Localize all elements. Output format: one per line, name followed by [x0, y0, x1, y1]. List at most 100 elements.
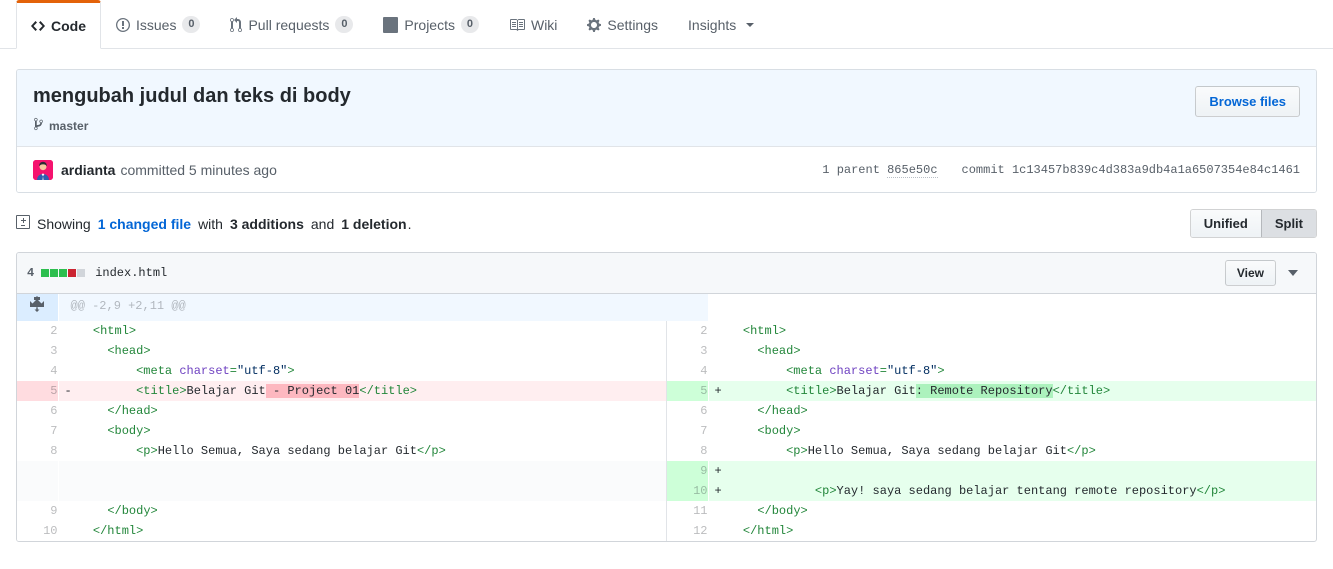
code-line[interactable]: <body>	[58, 421, 666, 441]
code-line[interactable]: +	[708, 461, 1316, 481]
line-number[interactable]: 10	[17, 521, 58, 541]
diff-marker: +	[709, 481, 729, 501]
code-token	[729, 344, 758, 358]
code-line[interactable]: </html>	[708, 521, 1316, 541]
code-token: </p>	[417, 444, 446, 458]
diff-file-icon	[16, 214, 30, 233]
line-number[interactable]: 4	[667, 361, 708, 381]
line-number[interactable]: 5	[667, 381, 708, 401]
line-number[interactable]: 2	[17, 321, 58, 341]
code-token	[729, 384, 787, 398]
browse-files-button[interactable]: Browse files	[1195, 86, 1300, 117]
changed-file-link[interactable]: 1 changed file	[98, 216, 191, 232]
parent-sha[interactable]: 865e50c	[887, 163, 937, 178]
chevron-down-icon[interactable]	[746, 23, 754, 27]
line-number[interactable]: 10	[667, 481, 708, 501]
branch-row: master	[33, 117, 1195, 134]
view-button[interactable]: View	[1225, 260, 1276, 286]
code-token	[729, 484, 815, 498]
diff-row: 9+	[17, 461, 1316, 481]
code-line[interactable]: </html>	[58, 521, 666, 541]
chevron-down-icon[interactable]	[1288, 270, 1298, 276]
unfold-icon[interactable]	[30, 296, 44, 312]
code-token: <meta	[136, 364, 179, 378]
line-number[interactable]: 7	[17, 421, 58, 441]
nav-item-settings[interactable]: Settings	[572, 0, 673, 48]
code-token: <title>	[786, 384, 836, 398]
line-number[interactable]: 7	[667, 421, 708, 441]
line-number[interactable]: 9	[17, 501, 58, 521]
code-line[interactable]	[58, 481, 666, 501]
code-token	[79, 344, 108, 358]
code-token: <p>	[786, 444, 808, 458]
line-number[interactable]: 12	[667, 521, 708, 541]
diffstat-block-del	[68, 269, 76, 277]
code-line[interactable]: <meta charset="utf-8">	[708, 361, 1316, 381]
line-number[interactable]: 11	[667, 501, 708, 521]
avatar[interactable]	[33, 160, 53, 180]
line-number[interactable]: 9	[667, 461, 708, 481]
showing-prefix: Showing	[37, 216, 91, 232]
code-token	[79, 524, 93, 538]
diff-table: @@ -2,9 +2,11 @@ 2 <html>2 <html>3 <head…	[17, 294, 1316, 541]
code-line[interactable]: <body>	[708, 421, 1316, 441]
diff-file-header: 4 index.html View	[17, 253, 1316, 294]
line-number[interactable]: 5	[17, 381, 58, 401]
code-line[interactable]: </head>	[58, 401, 666, 421]
code-token: =	[230, 364, 237, 378]
nav-item-wiki[interactable]: Wiki	[494, 0, 572, 48]
hunk-unfold-cell[interactable]	[17, 294, 58, 321]
code-token	[729, 324, 743, 338]
deleted-word: - Project 01	[266, 384, 360, 398]
code-icon	[31, 18, 45, 34]
code-line[interactable]: <html>	[58, 321, 666, 341]
commit-box: mengubah judul dan teks di body master B…	[16, 69, 1317, 193]
commit-header-left: mengubah judul dan teks di body master	[33, 84, 1195, 134]
code-line[interactable]: + <title>Belajar Git: Remote Repository<…	[708, 381, 1316, 401]
code-token: <html>	[743, 324, 786, 338]
line-number[interactable]: 6	[667, 401, 708, 421]
code-line[interactable]: <p>Hello Semua, Saya sedang belajar Git<…	[58, 441, 666, 461]
nav-item-issues[interactable]: Issues0	[101, 0, 215, 48]
line-number[interactable]: 3	[667, 341, 708, 361]
code-line[interactable]: <html>	[708, 321, 1316, 341]
code-token	[79, 364, 137, 378]
unified-view-button[interactable]: Unified	[1191, 210, 1261, 237]
line-number[interactable]: 4	[17, 361, 58, 381]
code-line[interactable]: </body>	[58, 501, 666, 521]
code-line[interactable]: </body>	[708, 501, 1316, 521]
diff-filename[interactable]: index.html	[95, 266, 167, 280]
code-token: Hello Semua, Saya sedang belajar Git	[808, 444, 1067, 458]
code-line[interactable]: - <title>Belajar Git - Project 01</title…	[58, 381, 666, 401]
code-line[interactable]: <head>	[58, 341, 666, 361]
code-token: <html>	[93, 324, 136, 338]
line-number[interactable]: 8	[17, 441, 58, 461]
code-token: =	[880, 364, 887, 378]
line-number[interactable]	[17, 481, 58, 501]
code-line[interactable]: <head>	[708, 341, 1316, 361]
nav-item-pull-requests[interactable]: Pull requests0	[215, 0, 368, 48]
code-line[interactable]: </head>	[708, 401, 1316, 421]
code-line[interactable]: <meta charset="utf-8">	[58, 361, 666, 381]
code-token	[79, 504, 108, 518]
split-view-button[interactable]: Split	[1261, 210, 1316, 237]
code-line[interactable]: <p>Hello Semua, Saya sedang belajar Git<…	[708, 441, 1316, 461]
line-number[interactable]: 8	[667, 441, 708, 461]
commit-author[interactable]: ardianta	[61, 162, 115, 178]
line-number[interactable]	[17, 461, 58, 481]
code-line[interactable]: + <p>Yay! saya sedang belajar tentang re…	[708, 481, 1316, 501]
code-token: Belajar Git	[187, 384, 266, 398]
code-line[interactable]	[58, 461, 666, 481]
line-number[interactable]: 2	[667, 321, 708, 341]
commit-sha[interactable]: 1c13457b839c4d383a9db4a1a6507354e84c1461	[1012, 163, 1300, 177]
page-content: mengubah judul dan teks di body master B…	[0, 49, 1333, 542]
code-token: </body>	[757, 504, 807, 518]
project-icon	[383, 17, 398, 33]
line-number[interactable]: 3	[17, 341, 58, 361]
nav-item-counter: 0	[461, 16, 479, 33]
nav-item-code[interactable]: Code	[16, 0, 101, 49]
nav-item-label: Issues	[136, 17, 176, 33]
line-number[interactable]: 6	[17, 401, 58, 421]
nav-item-projects[interactable]: Projects0	[368, 0, 494, 48]
nav-item-insights[interactable]: Insights	[673, 0, 769, 48]
